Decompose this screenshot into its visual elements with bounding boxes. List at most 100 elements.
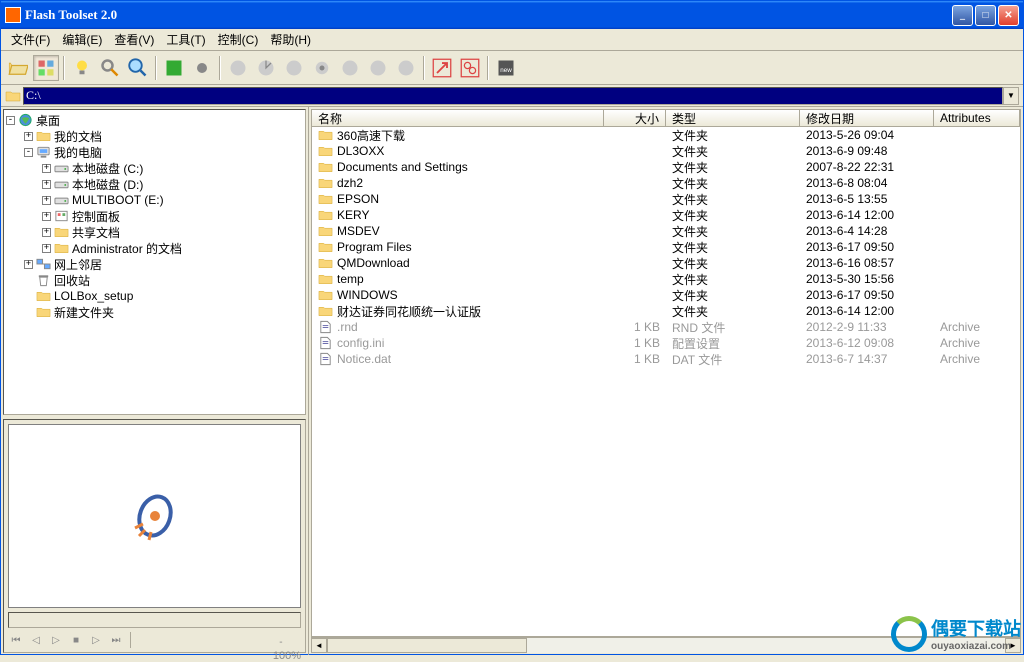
tool-zoom[interactable] bbox=[125, 55, 151, 81]
file-list-pane: 名称 大小 类型 修改日期 Attributes 360高速下载文件夹2013-… bbox=[311, 109, 1021, 653]
close-button[interactable]: ✕ bbox=[998, 5, 1019, 26]
zoom-out-button[interactable]: - bbox=[273, 634, 289, 650]
zoom-value: 100% bbox=[273, 650, 301, 662]
tool-green1[interactable] bbox=[161, 55, 187, 81]
list-item[interactable]: DL3OXX文件夹2013-6-9 09:48 bbox=[312, 143, 1020, 159]
tree-item[interactable]: -我的电脑 bbox=[6, 144, 303, 160]
tool-arrow[interactable] bbox=[429, 55, 455, 81]
first-button[interactable]: ⏮ bbox=[8, 632, 24, 648]
network-icon bbox=[36, 257, 51, 271]
column-type[interactable]: 类型 bbox=[666, 110, 800, 126]
file-date: 2013-6-16 08:57 bbox=[800, 256, 934, 270]
folder-icon bbox=[318, 304, 333, 318]
tree-item[interactable]: +本地磁盘 (C:) bbox=[6, 160, 303, 176]
folder-icon bbox=[318, 128, 333, 142]
menu-help[interactable]: 帮助(H) bbox=[264, 29, 317, 50]
tree-item[interactable]: -桌面 bbox=[6, 112, 303, 128]
tree-expand-toggle[interactable]: - bbox=[6, 116, 15, 125]
horizontal-scrollbar[interactable]: ◄ ► bbox=[311, 637, 1021, 653]
tree-expand-toggle[interactable]: + bbox=[42, 196, 51, 205]
tree-expand-toggle[interactable]: + bbox=[42, 212, 51, 221]
menu-tools[interactable]: 工具(T) bbox=[160, 29, 211, 50]
list-item[interactable]: temp文件夹2013-5-30 15:56 bbox=[312, 271, 1020, 287]
tool-circle1[interactable] bbox=[225, 55, 251, 81]
tree-item[interactable]: +我的文档 bbox=[6, 128, 303, 144]
list-item[interactable]: KERY文件夹2013-6-14 12:00 bbox=[312, 207, 1020, 223]
file-date: 2013-6-8 08:04 bbox=[800, 176, 934, 190]
list-item[interactable]: Program Files文件夹2013-6-17 09:50 bbox=[312, 239, 1020, 255]
titlebar[interactable]: Flash Toolset 2.0 _ □ ✕ bbox=[1, 1, 1023, 29]
folder-tree[interactable]: -桌面+我的文档-我的电脑+本地磁盘 (C:)+本地磁盘 (D:)+MULTIB… bbox=[3, 109, 306, 415]
file-date: 2013-6-4 14:28 bbox=[800, 224, 934, 238]
column-attributes[interactable]: Attributes bbox=[934, 110, 1020, 126]
tree-item[interactable]: +Administrator 的文档 bbox=[6, 240, 303, 256]
prev-button[interactable]: ◁ bbox=[28, 632, 44, 648]
column-date[interactable]: 修改日期 bbox=[800, 110, 934, 126]
tree-item[interactable]: +MULTIBOOT (E:) bbox=[6, 192, 303, 208]
minimize-button[interactable]: _ bbox=[952, 5, 973, 26]
file-icon bbox=[318, 320, 333, 334]
tree-expand-toggle[interactable]: + bbox=[24, 260, 33, 269]
list-item[interactable]: MSDEV文件夹2013-6-4 14:28 bbox=[312, 223, 1020, 239]
preview-canvas bbox=[8, 424, 301, 608]
tree-item[interactable]: +共享文档 bbox=[6, 224, 303, 240]
list-item[interactable]: EPSON文件夹2013-6-5 13:55 bbox=[312, 191, 1020, 207]
tree-item[interactable]: LOLBox_setup bbox=[6, 288, 303, 304]
file-name: .rnd bbox=[337, 320, 358, 334]
tree-expand-toggle[interactable]: + bbox=[42, 180, 51, 189]
maximize-button[interactable]: □ bbox=[975, 5, 996, 26]
column-size[interactable]: 大小 bbox=[604, 110, 666, 126]
list-item[interactable]: dzh2文件夹2013-6-8 08:04 bbox=[312, 175, 1020, 191]
tool-find[interactable] bbox=[97, 55, 123, 81]
menu-view[interactable]: 查看(V) bbox=[108, 29, 160, 50]
list-item[interactable]: .rnd1 KBRND 文件2012-2-9 11:33Archive bbox=[312, 319, 1020, 335]
play-button[interactable]: ▷ bbox=[48, 632, 64, 648]
list-item[interactable]: QMDownload文件夹2013-6-16 08:57 bbox=[312, 255, 1020, 271]
menu-file[interactable]: 文件(F) bbox=[5, 29, 56, 50]
menu-edit[interactable]: 编辑(E) bbox=[56, 29, 108, 50]
menu-control[interactable]: 控制(C) bbox=[212, 29, 265, 50]
column-name[interactable]: 名称 bbox=[312, 110, 604, 126]
next-button[interactable]: ▷ bbox=[88, 632, 104, 648]
tree-item[interactable]: +网上邻居 bbox=[6, 256, 303, 272]
tree-expand-toggle[interactable]: - bbox=[24, 148, 33, 157]
path-dropdown[interactable]: ▼ bbox=[1003, 87, 1019, 105]
tree-expand-toggle[interactable]: + bbox=[24, 132, 33, 141]
last-button[interactable]: ⏭ bbox=[108, 632, 124, 648]
tool-gear[interactable] bbox=[309, 55, 335, 81]
tool-rec[interactable] bbox=[189, 55, 215, 81]
file-date: 2013-6-14 12:00 bbox=[800, 304, 934, 318]
list-item[interactable]: Documents and Settings文件夹2007-8-22 22:31 bbox=[312, 159, 1020, 175]
file-name: DL3OXX bbox=[337, 144, 384, 158]
tree-expand-toggle[interactable]: + bbox=[42, 164, 51, 173]
file-list[interactable]: 360高速下载文件夹2013-5-26 09:04DL3OXX文件夹2013-6… bbox=[311, 127, 1021, 637]
tool-circle2[interactable] bbox=[253, 55, 279, 81]
tool-open[interactable] bbox=[5, 55, 31, 81]
tree-item[interactable]: 新建文件夹 bbox=[6, 304, 303, 320]
file-date: 2013-6-9 09:48 bbox=[800, 144, 934, 158]
file-type: RND 文件 bbox=[666, 319, 800, 336]
stop-button[interactable]: ■ bbox=[68, 632, 84, 648]
tool-circle3[interactable] bbox=[281, 55, 307, 81]
tool-news[interactable]: new bbox=[493, 55, 519, 81]
tool-link[interactable] bbox=[457, 55, 483, 81]
list-item[interactable]: Notice.dat1 KBDAT 文件2013-6-7 14:37Archiv… bbox=[312, 351, 1020, 367]
list-item[interactable]: WINDOWS文件夹2013-6-17 09:50 bbox=[312, 287, 1020, 303]
tool-circle6[interactable] bbox=[393, 55, 419, 81]
tree-item[interactable]: 回收站 bbox=[6, 272, 303, 288]
preview-panel: ⏮ ◁ ▷ ■ ▷ ⏭ + - 100% bbox=[3, 419, 306, 653]
tree-expand-toggle[interactable]: + bbox=[42, 228, 51, 237]
tree-item[interactable]: +本地磁盘 (D:) bbox=[6, 176, 303, 192]
tree-expand-toggle[interactable]: + bbox=[42, 244, 51, 253]
tool-bulb[interactable] bbox=[69, 55, 95, 81]
file-icon bbox=[318, 336, 333, 350]
list-item[interactable]: 360高速下载文件夹2013-5-26 09:04 bbox=[312, 127, 1020, 143]
path-input[interactable] bbox=[23, 87, 1003, 105]
list-item[interactable]: 财达证券同花顺统一认证版文件夹2013-6-14 12:00 bbox=[312, 303, 1020, 319]
tool-circle5[interactable] bbox=[365, 55, 391, 81]
list-item[interactable]: config.ini1 KB配置设置2013-6-12 09:08Archive bbox=[312, 335, 1020, 351]
preview-scrollbar[interactable] bbox=[8, 612, 301, 628]
tree-item[interactable]: +控制面板 bbox=[6, 208, 303, 224]
tool-grid-view[interactable] bbox=[33, 55, 59, 81]
tool-circle4[interactable] bbox=[337, 55, 363, 81]
